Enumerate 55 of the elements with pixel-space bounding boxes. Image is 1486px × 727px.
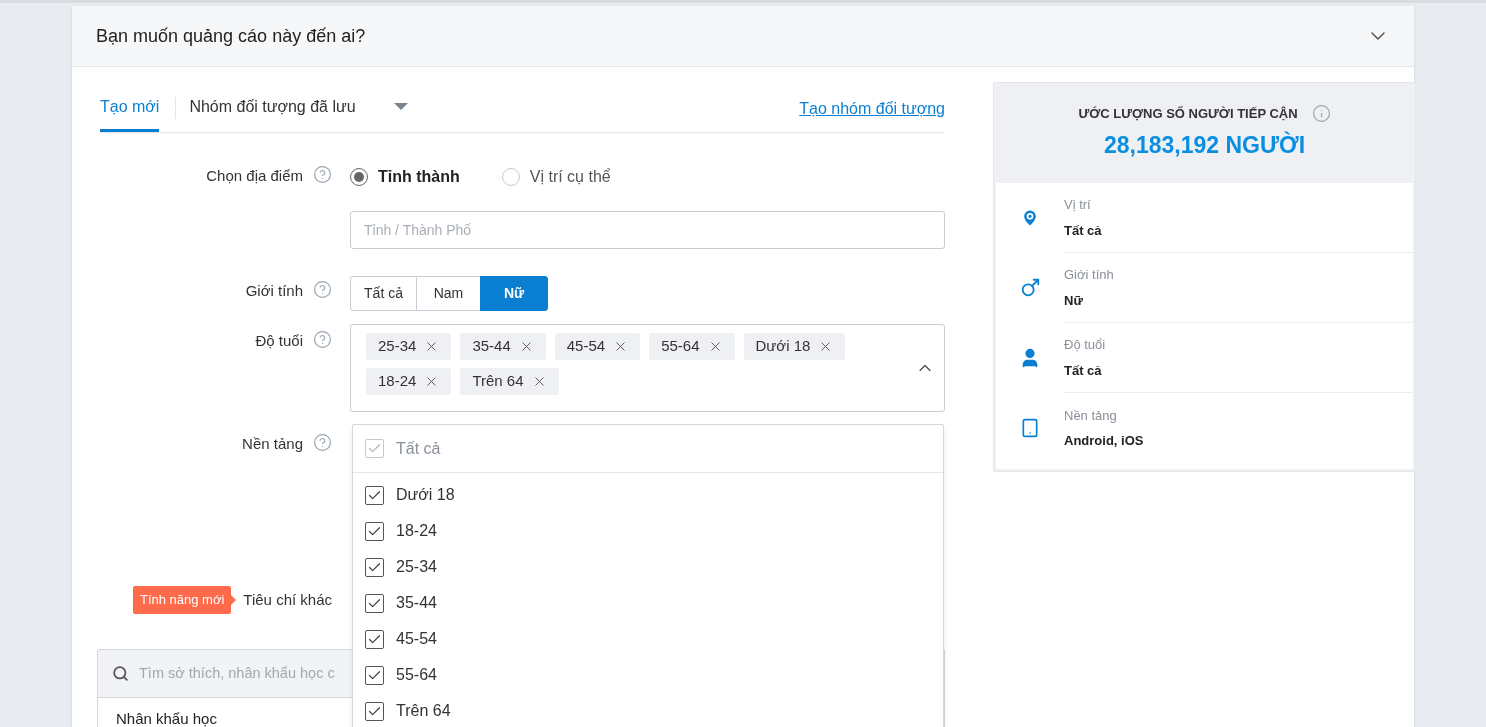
interest-search-input[interactable]: Tìm sở thích, nhân khẩu học c	[139, 662, 345, 685]
age-tag[interactable]: 45-54	[554, 333, 641, 360]
checkbox[interactable]	[365, 593, 384, 613]
section-title: Bạn muốn quảng cáo này đến ai?	[96, 24, 366, 48]
checkbox[interactable]	[365, 485, 384, 505]
dropdown-option[interactable]: 45-54	[353, 621, 943, 657]
age-tag[interactable]: Trên 64	[460, 368, 559, 395]
tab[interactable]: Tạo mới	[100, 85, 160, 132]
age-tag[interactable]: 55-64	[649, 333, 735, 360]
age-tag[interactable]: 18-24	[366, 368, 452, 395]
checkbox[interactable]	[365, 665, 384, 685]
field-label: Chọn địa điểm	[206, 166, 303, 186]
field-label: Độ tuổi	[255, 331, 303, 351]
field-label: Giới tính	[245, 281, 303, 301]
checkbox[interactable]	[365, 701, 384, 721]
gender-option[interactable]: Tất cả	[350, 276, 417, 311]
province-input[interactable]: Tỉnh / Thành Phố	[350, 211, 945, 249]
age-tag[interactable]: Dưới 18	[743, 333, 846, 360]
estimate-title: ƯỚC LƯỢNG SỐ NGƯỜI TIẾP CẬN	[1078, 105, 1298, 123]
summary-value: Tất cả	[1064, 221, 1103, 240]
summary-value: Nữ	[1064, 291, 1084, 310]
radio-option[interactable]: Tỉnh thành	[350, 165, 460, 189]
age-tag[interactable]: 35-44	[460, 333, 546, 360]
dropdown-option[interactable]: Dưới 18	[353, 477, 943, 513]
caret-icon	[393, 103, 408, 111]
tablet-icon	[1020, 418, 1040, 438]
dropdown-option[interactable]: 55-64	[353, 657, 943, 693]
dropdown-option[interactable]: 18-24	[353, 513, 943, 549]
saved-audience-dropdown[interactable]: Nhóm đối tượng đã lưu	[175, 85, 408, 132]
gender-option[interactable]: Nam	[416, 276, 481, 311]
summary-label: Giới tính	[1064, 266, 1115, 284]
age-tag[interactable]: 25-34	[366, 333, 452, 360]
dropdown-option[interactable]: 25-34	[353, 549, 943, 585]
radio-option[interactable]: Vị trí cụ thể	[501, 165, 611, 189]
summary-value: Android, iOS	[1064, 432, 1145, 450]
gender-option[interactable]: Nữ	[480, 276, 548, 311]
section-header[interactable]: Bạn muốn quảng cáo này đến ai?	[72, 6, 1414, 67]
dropdown-option[interactable]: Trên 64	[353, 693, 943, 727]
category-heading: Nhân khẩu học	[116, 710, 217, 727]
summary-value: Tất cả	[1064, 361, 1103, 380]
checkbox[interactable]	[365, 629, 384, 649]
estimate-value: 28,183,192 NGƯỜI	[1103, 130, 1306, 160]
map-pin-icon	[1020, 208, 1040, 228]
field-label: Nền tảng	[242, 434, 303, 454]
dropdown-option[interactable]: 35-44	[353, 585, 943, 621]
search-icon	[112, 665, 129, 682]
create-audience-link[interactable]: Tạo nhóm đối tượng	[799, 97, 945, 121]
field-label: Tiêu chí khác	[242, 589, 332, 610]
summary-label: Vị trí	[1064, 196, 1092, 214]
checkbox[interactable]	[365, 557, 384, 577]
age-multiselect[interactable]: 25-34 35-44 45-54 55-64 Dưới 18 18-24 Trên 64	[350, 324, 945, 412]
summary-label: Độ tuổi	[1064, 336, 1107, 354]
checkbox[interactable]	[365, 521, 384, 541]
male-symbol-icon	[1019, 277, 1041, 299]
summary-label: Nền tảng	[1064, 406, 1118, 425]
